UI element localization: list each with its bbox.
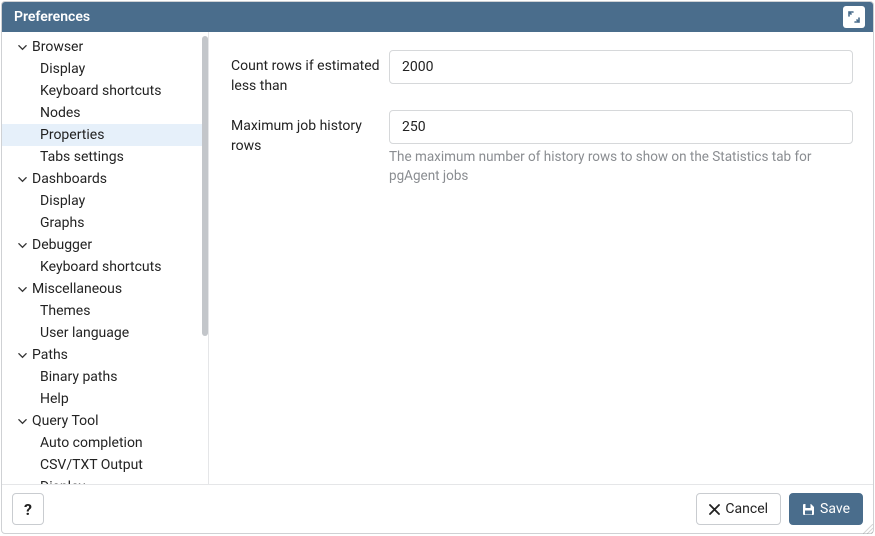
max-history-input[interactable] — [389, 110, 853, 144]
chevron-down-icon — [16, 239, 28, 251]
tree-item-label: Properties — [40, 127, 104, 143]
tree-item-label: Tabs settings — [40, 149, 124, 165]
tree-item[interactable]: Help — [2, 388, 208, 410]
tree-group[interactable]: Paths — [2, 344, 208, 366]
tree-group-label: Debugger — [32, 237, 92, 253]
tree-group-label: Browser — [32, 39, 83, 55]
tree-group[interactable]: Query Tool — [2, 410, 208, 432]
tree-group-label: Miscellaneous — [32, 281, 122, 297]
tree-item[interactable]: Display — [2, 476, 208, 484]
chevron-down-icon — [16, 415, 28, 427]
count-rows-row: Count rows if estimated less than — [231, 50, 853, 96]
chevron-down-icon — [16, 283, 28, 295]
chevron-down-icon — [16, 349, 28, 361]
tree-group-label: Dashboards — [32, 171, 107, 187]
cancel-label: Cancel — [725, 501, 768, 517]
chevron-down-icon — [16, 41, 28, 53]
help-icon: ? — [24, 500, 32, 519]
tree-item[interactable]: Display — [2, 190, 208, 212]
tree-item[interactable]: Nodes — [2, 102, 208, 124]
tree-group-label: Paths — [32, 347, 68, 363]
tree-item-label: Themes — [40, 303, 90, 319]
scrollbar-thumb[interactable] — [202, 36, 208, 336]
window-title: Preferences — [14, 9, 90, 25]
maximize-icon — [848, 11, 860, 23]
tree-item[interactable]: User language — [2, 322, 208, 344]
max-history-label: Maximum job history rows — [231, 110, 389, 156]
tree-item-label: Display — [40, 193, 85, 209]
count-rows-label: Count rows if estimated less than — [231, 50, 389, 96]
sidebar: Browser Display Keyboard shortcuts Nodes Pro… — [2, 32, 209, 484]
save-button[interactable]: Save — [789, 493, 863, 525]
tree-group[interactable]: Browser — [2, 36, 208, 58]
help-button[interactable]: ? — [12, 493, 44, 525]
tree-item[interactable]: Graphs — [2, 212, 208, 234]
resize-grip-icon[interactable] — [863, 524, 873, 534]
tree-item[interactable]: Tabs settings — [2, 146, 208, 168]
max-history-help: The maximum number of history rows to sh… — [389, 148, 853, 186]
dialog-body: Browser Display Keyboard shortcuts Nodes Pro… — [2, 32, 873, 485]
count-rows-input[interactable] — [389, 50, 853, 84]
tree-group[interactable]: Miscellaneous — [2, 278, 208, 300]
sidebar-tree[interactable]: Browser Display Keyboard shortcuts Nodes Pro… — [2, 32, 208, 484]
content-pane: Count rows if estimated less than Maximu… — [209, 32, 873, 484]
tree-group-label: Query Tool — [32, 413, 99, 429]
titlebar: Preferences — [2, 2, 873, 32]
tree-item[interactable]: Keyboard shortcuts — [2, 80, 208, 102]
chevron-down-icon — [16, 173, 28, 185]
tree-item-label: Nodes — [40, 105, 81, 121]
max-history-row: Maximum job history rows The maximum num… — [231, 110, 853, 186]
save-icon — [802, 503, 815, 516]
save-label: Save — [820, 501, 850, 517]
tree-item-label: CSV/TXT Output — [40, 457, 143, 473]
close-icon — [709, 504, 720, 515]
tree-item-label: Display — [40, 61, 85, 77]
preferences-dialog: Preferences Browser Display Keyboard short… — [1, 1, 874, 534]
tree-item-label: Binary paths — [40, 369, 117, 385]
tree-item-label: Display — [40, 479, 85, 484]
tree-item-label: Keyboard shortcuts — [40, 259, 161, 275]
tree-item[interactable]: Display — [2, 58, 208, 80]
tree-item[interactable]: Properties — [2, 124, 208, 146]
maximize-button[interactable] — [843, 6, 865, 28]
tree-item[interactable]: Binary paths — [2, 366, 208, 388]
tree-item[interactable]: Auto completion — [2, 432, 208, 454]
footer: ? Cancel Save — [2, 485, 873, 533]
tree-item-label: Auto completion — [40, 435, 143, 451]
tree-item-label: User language — [40, 325, 129, 341]
tree-item[interactable]: CSV/TXT Output — [2, 454, 208, 476]
tree-item[interactable]: Themes — [2, 300, 208, 322]
tree-item-label: Graphs — [40, 215, 84, 231]
tree-item-label: Help — [40, 391, 69, 407]
tree-item-label: Keyboard shortcuts — [40, 83, 161, 99]
cancel-button[interactable]: Cancel — [696, 493, 781, 525]
tree-group[interactable]: Dashboards — [2, 168, 208, 190]
tree-item[interactable]: Keyboard shortcuts — [2, 256, 208, 278]
tree-group[interactable]: Debugger — [2, 234, 208, 256]
